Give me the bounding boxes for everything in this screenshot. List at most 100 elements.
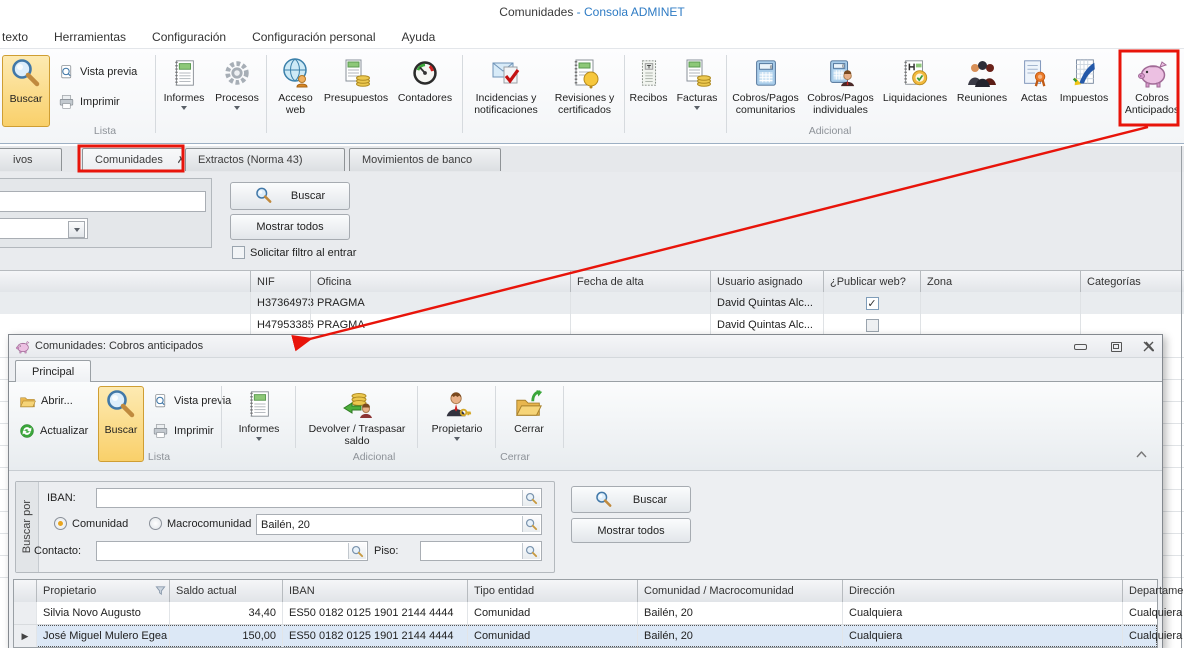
- actualizar-button[interactable]: Actualizar: [19, 420, 88, 442]
- ribbon-button-cobros-pagos-individuales[interactable]: Cobros/Pagos individuales: [802, 55, 879, 129]
- publicar-web-checkbox[interactable]: ✓: [866, 297, 879, 310]
- ribbon-button-liquidaciones[interactable]: Liquidaciones: [879, 55, 951, 129]
- lookup-magnifier-icon[interactable]: [522, 516, 540, 532]
- tab-comunidades[interactable]: Comunidades ✗: [82, 148, 183, 171]
- dialog-vista-previa-button[interactable]: Vista previa: [152, 390, 231, 412]
- mostrar-todos-button[interactable]: Mostrar todos: [230, 214, 350, 240]
- ribbon-button-facturas[interactable]: Facturas: [670, 55, 724, 129]
- column-header-fecha[interactable]: Fecha de alta: [570, 271, 710, 293]
- column-header-comunidad[interactable]: Comunidad / Macrocomunidad: [637, 580, 842, 602]
- dialog-imprimir-button[interactable]: Imprimir: [152, 420, 214, 442]
- ribbon-button-presupuestos[interactable]: Presupuestos: [322, 55, 390, 129]
- devolver-traspasar-button[interactable]: Devolver / Traspasar saldo: [303, 386, 411, 460]
- column-header-publicar-web[interactable]: ¿Publicar web?: [823, 271, 920, 293]
- filter-funnel-icon[interactable]: [155, 585, 166, 596]
- piggy-bank-icon: [1135, 55, 1169, 91]
- document-coins-icon: [339, 55, 373, 91]
- ribbon-button-acceso-web[interactable]: Acceso web: [269, 55, 322, 129]
- filter-text-input[interactable]: [0, 191, 206, 212]
- menu-item-ayuda[interactable]: Ayuda: [402, 27, 436, 47]
- ribbon-button-recibos[interactable]: Recibos: [627, 55, 670, 129]
- lookup-magnifier-icon[interactable]: [522, 490, 540, 506]
- column-header-direccion[interactable]: Dirección: [842, 580, 1122, 602]
- dialog-buscar-button[interactable]: Buscar: [571, 486, 691, 513]
- dialog-mostrar-todos-button[interactable]: Mostrar todos: [571, 518, 691, 543]
- comunidad-input[interactable]: Bailén, 20: [256, 514, 542, 535]
- abrir-button[interactable]: Abrir...: [19, 390, 73, 412]
- tab-activos[interactable]: ivos: [0, 148, 62, 171]
- window-titlebar: Comunidades - Consola ADMINET: [0, 0, 1184, 27]
- filter-combobox[interactable]: [0, 218, 88, 239]
- chevron-down-icon: [454, 437, 460, 441]
- piso-input[interactable]: [420, 541, 542, 561]
- column-header-iban[interactable]: IBAN: [282, 580, 467, 602]
- ribbon-button-actas[interactable]: Actas: [1013, 55, 1055, 129]
- ribbon-button-cobros-pagos-comunitarios[interactable]: Cobros/Pagos comunitarios: [729, 55, 802, 129]
- menu-item-herramientas[interactable]: Herramientas: [54, 27, 126, 47]
- lookup-magnifier-icon[interactable]: [522, 543, 540, 559]
- dialog-cerrar-button[interactable]: Cerrar: [503, 386, 555, 460]
- column-header-saldo[interactable]: Saldo actual: [169, 580, 282, 602]
- magnifier-icon: [255, 187, 273, 205]
- toolbar-group-label-adicional: Adicional: [319, 451, 429, 463]
- column-header-tipo-entidad[interactable]: Tipo entidad: [467, 580, 637, 602]
- restore-button[interactable]: [1103, 339, 1129, 354]
- tab-principal[interactable]: Principal: [15, 360, 91, 383]
- minimize-button[interactable]: [1067, 339, 1093, 354]
- solicitar-filtro-checkbox[interactable]: [232, 246, 245, 259]
- contacto-input[interactable]: [96, 541, 368, 561]
- buscar-ribbon-button[interactable]: Buscar: [2, 55, 50, 127]
- close-button[interactable]: [1135, 339, 1161, 354]
- combo-dropdown-button[interactable]: [68, 221, 85, 238]
- publicar-web-checkbox[interactable]: [866, 319, 879, 332]
- window-title: Comunidades: [499, 5, 573, 19]
- column-header-usuario[interactable]: Usuario asignado: [710, 271, 823, 293]
- close-tab-icon[interactable]: ✗: [177, 155, 185, 166]
- radio-comunidad[interactable]: Comunidad: [54, 517, 128, 530]
- tab-movimientos[interactable]: Movimientos de banco: [349, 148, 501, 171]
- iban-input[interactable]: [96, 488, 542, 508]
- column-header-zona[interactable]: Zona: [920, 271, 1080, 293]
- column-header[interactable]: [0, 271, 250, 293]
- row-marker-icon: ▶: [22, 631, 29, 642]
- ribbon-button-informes[interactable]: Informes: [158, 55, 210, 129]
- table-row-selected[interactable]: ▶ José Miguel Mulero Egea 150,00 ES50 01…: [14, 625, 1157, 647]
- radio-macrocomunidad[interactable]: Macrocomunidad: [149, 517, 251, 530]
- column-header-categorias[interactable]: Categorías: [1080, 271, 1184, 293]
- menu-item-configuracion-personal[interactable]: Configuración personal: [252, 27, 375, 47]
- dialog-informes-button[interactable]: Informes: [230, 386, 288, 460]
- menu-item-texto[interactable]: texto: [2, 27, 28, 47]
- table-row[interactable]: Silvia Novo Augusto 34,40 ES50 0182 0125…: [14, 602, 1157, 625]
- menu-item-configuracion[interactable]: Configuración: [152, 27, 226, 47]
- propietario-button[interactable]: Propietario: [425, 386, 489, 460]
- tab-extractos[interactable]: Extractos (Norma 43): [185, 148, 345, 171]
- ribbon-button-impuestos[interactable]: Impuestos: [1055, 55, 1113, 129]
- cobros-anticipados-table: Propietario Saldo actual IBAN Tipo entid…: [13, 579, 1158, 648]
- ribbon-button-procesos[interactable]: Procesos: [210, 55, 264, 129]
- ribbon-group-label-lista: Lista: [55, 125, 155, 137]
- chevron-down-icon: [694, 106, 700, 110]
- column-header-oficina[interactable]: Oficina: [310, 271, 570, 293]
- table-row[interactable]: H37364973 PRAGMA David Quintas Alc... ✓: [0, 292, 1184, 315]
- ribbon-button-contadores[interactable]: Contadores: [390, 55, 460, 129]
- printer-icon: [58, 94, 75, 111]
- column-header-departamento[interactable]: Departamento: [1122, 580, 1157, 602]
- piggy-bank-icon: [15, 339, 30, 354]
- lookup-magnifier-icon[interactable]: [348, 543, 366, 559]
- dialog-titlebar[interactable]: Comunidades: Cobros anticipados: [9, 335, 1162, 358]
- ribbon: Buscar Vista previa Imprimir Lista Adici…: [0, 48, 1184, 144]
- ribbon-button-incidencias[interactable]: Incidencias y notificaciones: [465, 55, 547, 129]
- ribbon-button-revisiones[interactable]: Revisiones y certificados: [547, 55, 622, 129]
- column-header-nif[interactable]: NIF: [250, 271, 310, 293]
- vista-previa-button[interactable]: Vista previa: [58, 61, 137, 83]
- buscar-button[interactable]: Buscar: [230, 182, 350, 210]
- collapse-ribbon-icon[interactable]: [1135, 448, 1148, 459]
- imprimir-button[interactable]: Imprimir: [58, 91, 120, 113]
- calculator-icon: [749, 55, 783, 91]
- ribbon-button-cobros-anticipados[interactable]: Cobros Anticipados: [1123, 55, 1181, 129]
- ribbon-button-reuniones[interactable]: Reuniones: [951, 55, 1013, 129]
- piso-label: Piso:: [374, 545, 398, 557]
- column-header-propietario[interactable]: Propietario: [36, 580, 169, 602]
- globe-icon: [279, 55, 313, 91]
- table-header-row: NIF Oficina Fecha de alta Usuario asigna…: [0, 270, 1184, 294]
